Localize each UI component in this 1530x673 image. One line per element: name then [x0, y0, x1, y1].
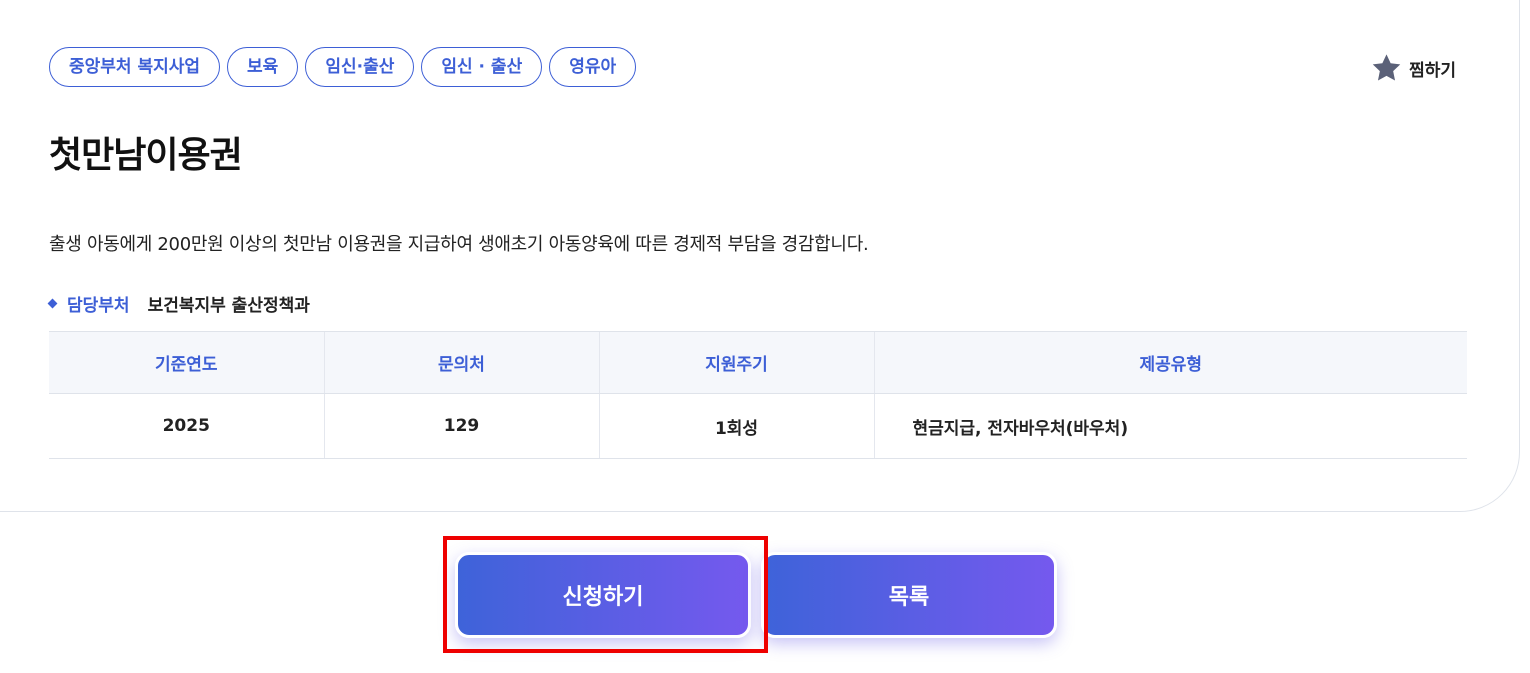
cell-base-year: 2025: [49, 393, 324, 459]
department-value: 보건복지부 출산정책과: [147, 296, 310, 316]
table-row: 2025 129 1회성 현금지급, 전자바우처(바우처): [49, 393, 1467, 459]
category-tags: 중앙부처 복지사업 보육 임신·출산 임신 · 출산 영유아: [49, 47, 637, 87]
service-description: 출생 아동에게 200만원 이상의 첫만남 이용권을 지급하여 생애초기 아동양…: [49, 234, 869, 255]
page-title: 첫만남이용권: [49, 135, 243, 176]
cell-provision-type: 현금지급, 전자바우처(바우처): [873, 393, 1467, 459]
header-base-year: 기준연도: [49, 331, 324, 394]
service-info-table: 기준연도 문의처 지원주기 제공유형 2025 129 1회성 현금지급, 전자…: [49, 331, 1467, 459]
diamond-bullet-icon: [47, 298, 58, 309]
list-button[interactable]: 목록: [761, 552, 1057, 638]
header-contact: 문의처: [323, 331, 599, 394]
department-info: 담당부처 보건복지부 출산정책과: [47, 291, 310, 316]
apply-button[interactable]: 신청하기: [455, 552, 751, 638]
favorite-label: 찜하기: [1409, 60, 1456, 81]
tag-pregnancy-birth-alt[interactable]: 임신 · 출산: [421, 47, 543, 87]
table-header-row: 기준연도 문의처 지원주기 제공유형: [49, 331, 1467, 394]
header-support-cycle: 지원주기: [598, 331, 874, 394]
favorite-button[interactable]: 찜하기: [1370, 52, 1456, 84]
header-provision-type: 제공유형: [873, 331, 1467, 394]
star-icon: [1372, 54, 1401, 81]
tag-pregnancy-birth[interactable]: 임신·출산: [305, 47, 415, 87]
action-buttons: 신청하기 목록: [455, 552, 1057, 638]
tag-central-welfare[interactable]: 중앙부처 복지사업: [49, 47, 221, 87]
department-label: 담당부처: [67, 296, 130, 316]
cell-contact: 129: [323, 393, 599, 459]
tag-childcare[interactable]: 보육: [227, 47, 299, 87]
cell-support-cycle: 1회성: [598, 393, 874, 459]
tag-infant[interactable]: 영유아: [549, 47, 637, 87]
